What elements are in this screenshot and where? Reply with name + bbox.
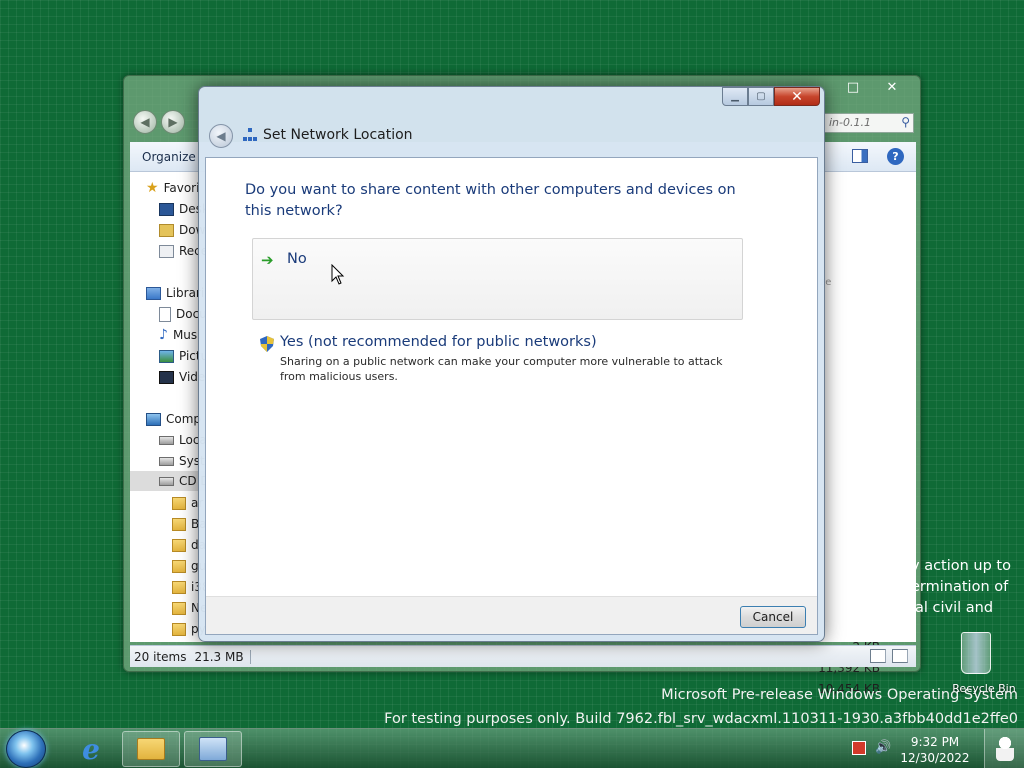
explorer-caption-buttons: □ ✕	[836, 78, 914, 96]
nav-label: Comp	[166, 412, 202, 426]
nav-label: Favori	[163, 181, 200, 195]
ie-icon: e	[82, 732, 100, 766]
cd-drive-icon	[159, 476, 174, 486]
dialog-caption-buttons: ▁ ▢ ✕	[722, 87, 820, 106]
network-icon	[199, 737, 227, 761]
nav-label: Musi	[172, 328, 201, 342]
system-clock[interactable]: 9:32 PM 12/30/2022	[900, 734, 970, 766]
text-line: ermination of	[911, 579, 1009, 595]
maximize-icon[interactable]: ▢	[748, 87, 774, 106]
action-center-flag-icon[interactable]	[852, 740, 866, 755]
downloads-icon	[159, 223, 174, 237]
back-arrow-icon[interactable]: ◀	[209, 124, 233, 148]
dialog-content: Do you want to share content with other …	[205, 157, 818, 635]
mouse-cursor-icon	[331, 264, 345, 285]
recent-places-icon	[159, 244, 174, 258]
close-icon[interactable]: ✕	[774, 87, 820, 106]
computer-icon	[146, 412, 161, 426]
minimize-icon[interactable]: ▁	[722, 87, 748, 106]
local-disk-icon	[159, 435, 174, 445]
explorer-close-icon[interactable]: ✕	[870, 78, 914, 96]
folder-icon	[172, 601, 186, 615]
taskbar-internet-explorer[interactable]: e	[62, 731, 120, 767]
watermark-line: Microsoft Pre-release Windows Operating …	[661, 687, 1018, 703]
nav-computer[interactable]: Comp	[146, 409, 201, 429]
desktop-icon	[159, 202, 174, 216]
sharing-question: Do you want to share content with other …	[245, 182, 736, 219]
option-yes-button[interactable]: Yes (not recommended for public networks…	[252, 334, 743, 394]
preview-pane-icon[interactable]	[852, 149, 868, 163]
cancel-button[interactable]: Cancel	[740, 606, 806, 628]
explorer-maximize-icon[interactable]: □	[836, 78, 870, 96]
recycle-bin-icon	[961, 632, 991, 674]
videos-icon	[159, 370, 174, 384]
volume-icon[interactable]: 🔊	[875, 740, 891, 755]
explorer-back-icon[interactable]: ◀	[133, 110, 157, 134]
taskbar-windows-explorer[interactable]	[122, 731, 180, 767]
folder-icon	[172, 622, 186, 636]
nav-favorites[interactable]: ★ Favori	[146, 178, 199, 198]
notification-area: 🔊	[852, 740, 891, 755]
details-view-icon[interactable]	[870, 649, 886, 663]
text-line: ial civil and	[911, 600, 994, 616]
folder-icon	[172, 538, 186, 552]
set-network-location-dialog: ▁ ▢ ✕ ◀ Set Network Location Do you want…	[198, 86, 825, 642]
taskbar-network-control-panel[interactable]	[184, 731, 242, 767]
option-no-label: No	[287, 251, 307, 267]
build-watermark: Microsoft Pre-release Windows Operating …	[384, 683, 1018, 731]
status-total-size: 21.3 MB	[194, 649, 251, 664]
uac-shield-icon	[260, 336, 274, 352]
clock-date: 12/30/2022	[900, 751, 970, 765]
large-icons-view-icon[interactable]	[892, 649, 908, 663]
music-icon: ♪	[159, 327, 168, 343]
explorer-forward-icon[interactable]: ▶	[161, 110, 185, 134]
start-button[interactable]	[6, 730, 46, 768]
option-no-button[interactable]: ➔ No	[252, 238, 743, 320]
explorer-search-input[interactable]: in-0.1.1 ⚲	[824, 113, 914, 133]
star-icon: ★	[146, 180, 159, 196]
dialog-title-bar: Set Network Location	[243, 127, 413, 143]
folder-icon	[172, 517, 186, 531]
taskbar: e 🔊 9:32 PM 12/30/2022	[0, 728, 1024, 768]
pictures-icon	[159, 349, 174, 363]
nav-libraries[interactable]: Librari	[146, 283, 204, 303]
explorer-search-placeholder: in-0.1.1	[829, 116, 871, 129]
search-icon[interactable]: ⚲	[901, 115, 910, 129]
help-icon[interactable]: ?	[887, 148, 904, 165]
option-yes-description: Sharing on a public network can make you…	[280, 355, 723, 383]
folder-icon	[172, 496, 186, 510]
option-yes-label: Yes (not recommended for public networks…	[280, 334, 597, 350]
dialog-title: Set Network Location	[263, 127, 413, 143]
green-arrow-icon: ➔	[261, 251, 274, 269]
show-desktop-button[interactable]	[984, 729, 1024, 768]
text-line: y action up to	[911, 558, 1011, 574]
organize-button[interactable]: Organize	[142, 150, 196, 164]
folder-icon	[172, 559, 186, 573]
clock-time: 9:32 PM	[910, 735, 960, 749]
partially-hidden-desktop-text: y action up to ermination of ial civil a…	[911, 556, 1011, 619]
status-item-count: 20 items	[134, 649, 187, 664]
user-icon	[995, 737, 1014, 761]
nav-music[interactable]: ♪ Musi	[159, 325, 200, 345]
libraries-icon	[146, 286, 161, 300]
documents-icon	[159, 306, 171, 322]
network-icon	[243, 128, 257, 142]
folder-icon	[137, 738, 165, 760]
dialog-footer: Cancel	[206, 596, 817, 634]
explorer-status-bar: 20 items 21.3 MB	[130, 645, 916, 667]
folder-icon	[172, 580, 186, 594]
system-drive-icon	[159, 456, 174, 466]
